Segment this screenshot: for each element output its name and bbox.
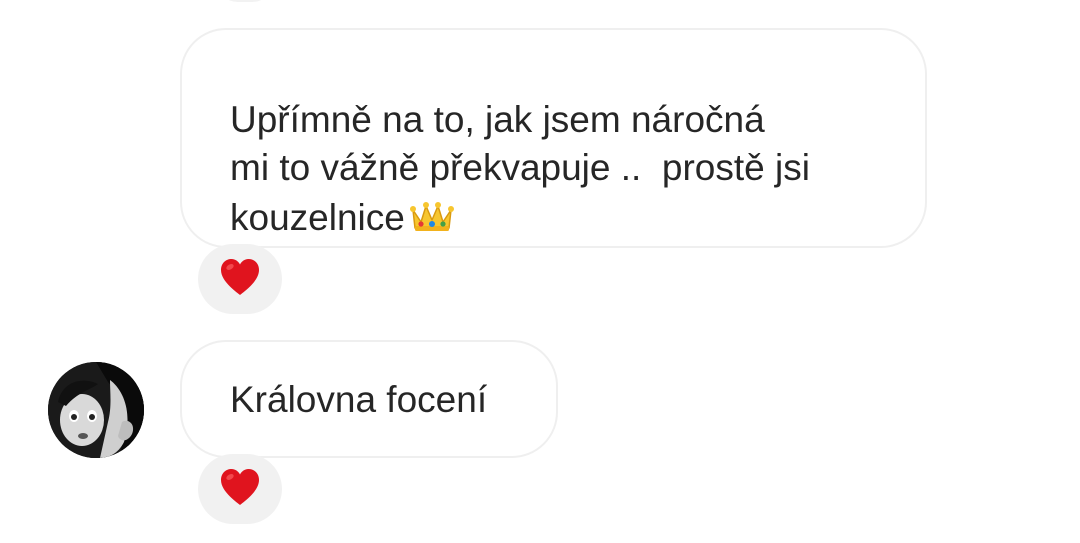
heart-reaction[interactable] xyxy=(198,454,282,524)
contact-avatar[interactable] xyxy=(48,362,144,458)
crown-emoji xyxy=(409,198,455,246)
message-text-line: kouzelnice xyxy=(230,194,885,242)
message-text-line: Královna focení xyxy=(230,379,488,420)
message-bubble[interactable]: Královna focení xyxy=(180,340,558,458)
heart-reaction[interactable] xyxy=(198,244,282,314)
message-text-line: mi to vážně překvapuje .. prostě jsi xyxy=(230,147,810,188)
message-text-fragment: kouzelnice xyxy=(230,197,405,238)
message-bubble[interactable]: Upřímně na to, jak jsem náročná mi to vá… xyxy=(180,28,927,248)
previous-reaction-pill[interactable] xyxy=(216,0,274,2)
message-text-line: Upřímně na to, jak jsem náročná xyxy=(230,99,765,140)
heart-icon xyxy=(218,257,262,302)
chat-thread: Upřímně na to, jak jsem náročná mi to vá… xyxy=(0,0,1080,543)
heart-icon xyxy=(218,467,262,512)
